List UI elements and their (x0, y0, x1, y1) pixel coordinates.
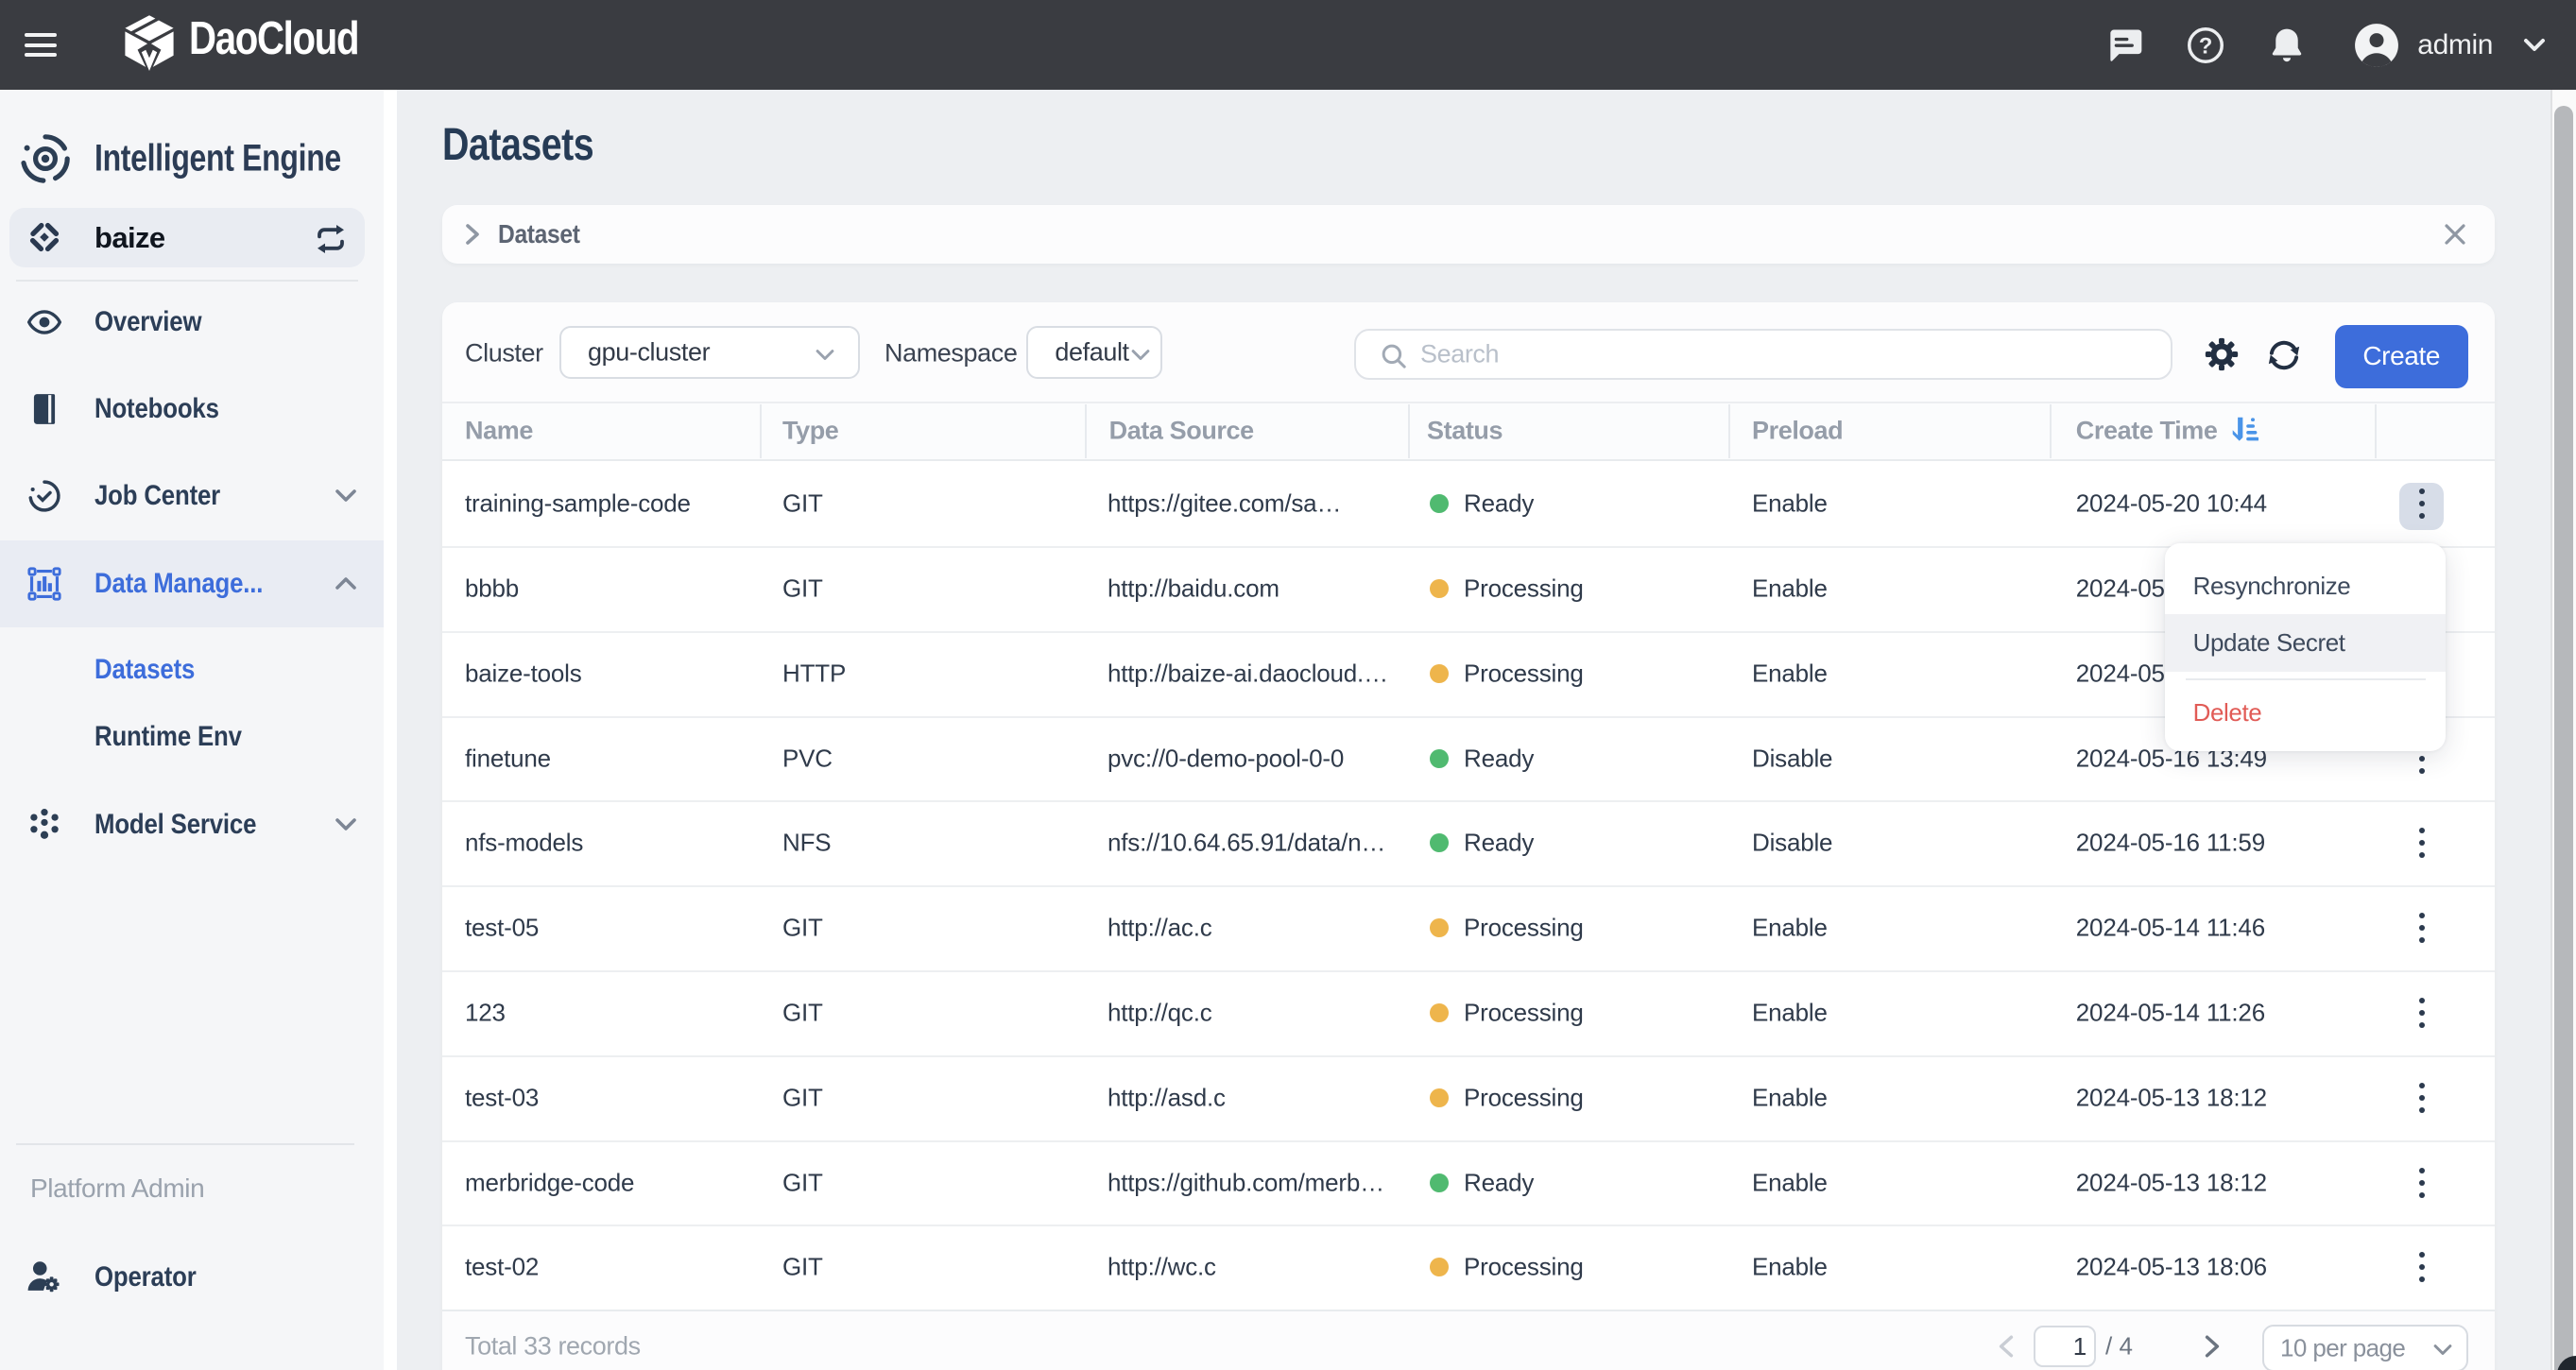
svg-text:?: ? (2199, 33, 2213, 59)
